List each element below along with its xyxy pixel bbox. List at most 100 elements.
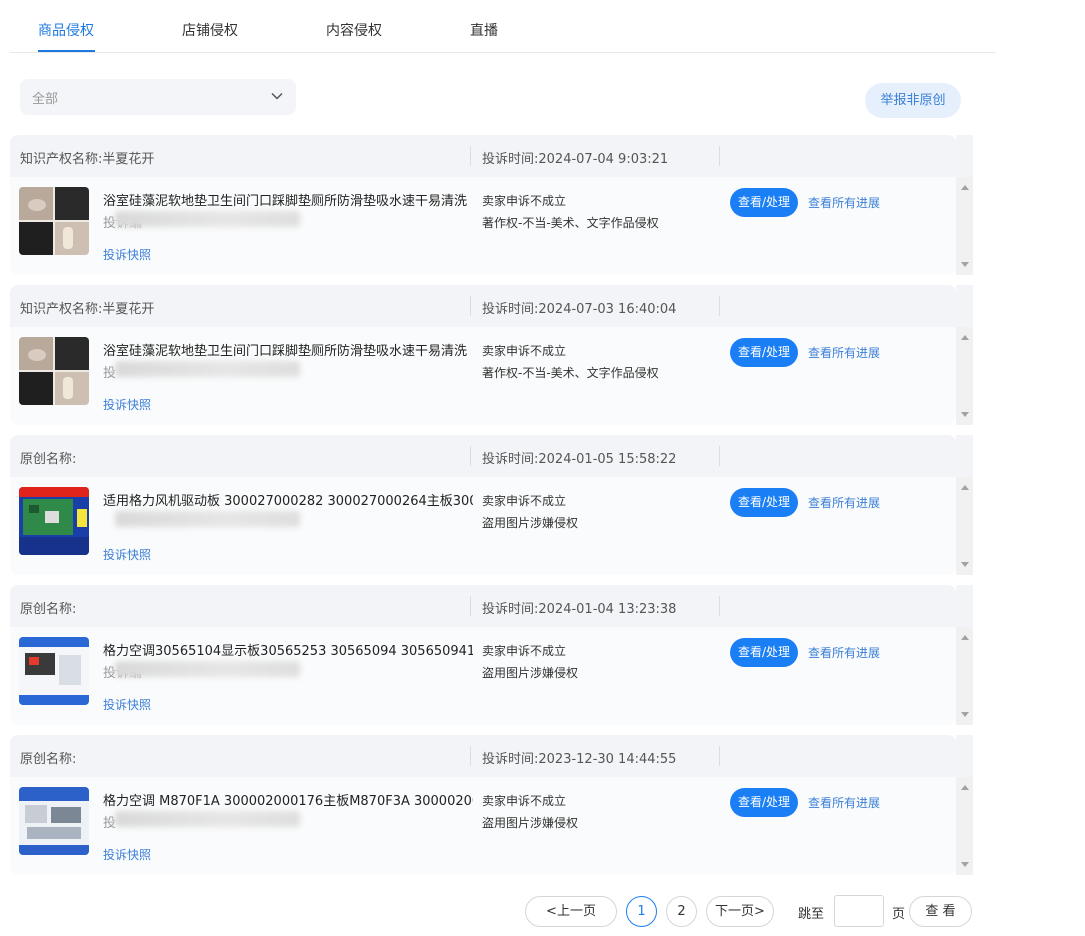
appeal-status: 卖家申诉不成立 <box>482 194 567 208</box>
complaint-card: 知识产权名称:半夏花开 投诉时间:2024-07-03 16:40:04 浴室硅藻泥… <box>10 285 973 425</box>
complaint-reason: 著作权-不当-美术、文字作品侵权 <box>482 366 659 380</box>
page-2-button[interactable]: 2 <box>666 896 697 927</box>
tab-store-infringement[interactable]: 店铺侵权 <box>182 20 238 40</box>
filter-value: 全部 <box>32 92 59 107</box>
complaint-card-body: 格力空调 M870F1A 300002000176主板M870F3A 30000… <box>10 777 956 875</box>
redacted-text <box>115 211 300 227</box>
page-1-button[interactable]: 1 <box>626 896 657 927</box>
product-title[interactable]: 浴室硅藻泥软地垫卫生间门口踩脚垫厕所防滑垫吸水速干易清洗 <box>103 190 473 209</box>
complaint-time: 投诉时间:2024-07-04 9:03:21 <box>482 152 669 167</box>
view-handle-button[interactable]: 查看/处理 <box>730 338 798 367</box>
divider <box>719 296 720 316</box>
page-unit-label: 页 <box>892 907 906 922</box>
card-scrollbar[interactable] <box>956 477 973 575</box>
redacted-text <box>115 361 300 377</box>
product-title[interactable]: 适用格力风机驱动板 300027000282 300027000264主板300… <box>103 490 473 509</box>
scroll-down-arrow-icon[interactable] <box>961 562 969 567</box>
complaint-card-header: 原创名称: 投诉时间:2023-12-30 14:44:55 <box>10 735 956 777</box>
divider <box>719 746 720 766</box>
complaint-card: 原创名称: 投诉时间:2023-12-30 14:44:55 格力空调 M870F1… <box>10 735 973 875</box>
complaint-time: 投诉时间:2024-01-04 13:23:38 <box>482 602 677 617</box>
scroll-up-arrow-icon[interactable] <box>961 485 969 490</box>
product-thumbnail[interactable] <box>19 787 89 855</box>
header-gutter <box>956 135 973 177</box>
appeal-status: 卖家申诉不成立 <box>482 344 567 358</box>
page-jump-input[interactable] <box>834 895 884 927</box>
scroll-up-arrow-icon[interactable] <box>961 635 969 640</box>
view-all-progress-link[interactable]: 查看所有进展 <box>808 794 880 811</box>
go-page-button[interactable]: 查 看 <box>909 896 972 927</box>
ip-name: 原创名称: <box>20 752 77 767</box>
report-non-original-button[interactable]: 举报非原创 <box>865 83 961 118</box>
scroll-up-arrow-icon[interactable] <box>961 335 969 340</box>
view-handle-button[interactable]: 查看/处理 <box>730 188 798 217</box>
divider <box>470 446 471 466</box>
complaint-card-header: 知识产权名称:半夏花开 投诉时间:2024-07-03 16:40:04 <box>10 285 956 327</box>
redacted-text <box>115 661 300 677</box>
scroll-up-arrow-icon[interactable] <box>961 185 969 190</box>
product-thumbnail[interactable] <box>19 337 89 405</box>
tab-live[interactable]: 直播 <box>470 20 498 40</box>
next-page-button[interactable]: 下一页> <box>706 896 774 927</box>
complaint-card-body: 浴室硅藻泥软地垫卫生间门口踩脚垫厕所防滑垫吸水速干易清洗投诉编投诉快照卖家申诉不… <box>10 177 956 275</box>
card-scrollbar[interactable] <box>956 777 973 875</box>
product-title[interactable]: 浴室硅藻泥软地垫卫生间门口踩脚垫厕所防滑垫吸水速干易清洗 <box>103 340 473 359</box>
complaint-time: 投诉时间:2024-07-03 16:40:04 <box>482 302 677 317</box>
prev-page-button[interactable]: <上一页 <box>525 896 617 927</box>
divider <box>470 146 471 166</box>
complaint-card-body: 适用格力风机驱动板 300027000282 300027000264主板300… <box>10 477 956 575</box>
ip-name: 原创名称: <box>20 602 77 617</box>
divider <box>719 146 720 166</box>
complaint-snapshot-link[interactable]: 投诉快照 <box>103 246 151 263</box>
view-handle-button[interactable]: 查看/处理 <box>730 488 798 517</box>
view-all-progress-link[interactable]: 查看所有进展 <box>808 194 880 211</box>
product-thumbnail[interactable] <box>19 187 89 255</box>
redacted-text <box>115 511 300 527</box>
tab-bar: 商品侵权 店铺侵权 内容侵权 直播 <box>10 0 996 53</box>
header-gutter <box>956 435 973 477</box>
complaint-snapshot-link[interactable]: 投诉快照 <box>103 846 151 863</box>
product-thumbnail[interactable] <box>19 637 89 705</box>
view-handle-button[interactable]: 查看/处理 <box>730 788 798 817</box>
card-scrollbar[interactable] <box>956 177 973 275</box>
product-thumbnail[interactable] <box>19 487 89 555</box>
view-handle-button[interactable]: 查看/处理 <box>730 638 798 667</box>
card-scrollbar[interactable] <box>956 627 973 725</box>
ip-name: 知识产权名称:半夏花开 <box>20 152 155 167</box>
complaint-card-header: 原创名称: 投诉时间:2024-01-05 15:58:22 <box>10 435 956 477</box>
product-title[interactable]: 格力空调30565104显示板30565253 30565094 3056509… <box>103 640 473 659</box>
complaint-reason: 著作权-不当-美术、文字作品侵权 <box>482 216 659 230</box>
divider <box>719 596 720 616</box>
complaint-card-body: 浴室硅藻泥软地垫卫生间门口踩脚垫厕所防滑垫吸水速干易清洗投投诉快照 卖家申诉不成立… <box>10 327 956 425</box>
complaint-card-header: 知识产权名称:半夏花开 投诉时间:2024-07-04 9:03:21 <box>10 135 956 177</box>
complaint-snapshot-link[interactable]: 投诉快照 <box>103 546 151 563</box>
divider <box>470 596 471 616</box>
scroll-down-arrow-icon[interactable] <box>961 412 969 417</box>
header-gutter <box>956 735 973 777</box>
view-all-progress-link[interactable]: 查看所有进展 <box>808 494 880 511</box>
product-title[interactable]: 格力空调 M870F1A 300002000176主板M870F3A 30000… <box>103 790 473 809</box>
complaint-snapshot-link[interactable]: 投诉快照 <box>103 396 151 413</box>
divider <box>719 446 720 466</box>
card-scrollbar[interactable] <box>956 327 973 425</box>
complaint-reason: 盗用图片涉嫌侵权 <box>482 516 579 530</box>
tab-goods-infringement[interactable]: 商品侵权 <box>38 20 94 40</box>
complaint-card: 原创名称: 投诉时间:2024-01-05 15:58:22 适用格力风机驱动板 3… <box>10 435 973 575</box>
tab-content-infringement[interactable]: 内容侵权 <box>326 20 382 40</box>
view-all-progress-link[interactable]: 查看所有进展 <box>808 344 880 361</box>
scroll-down-arrow-icon[interactable] <box>961 712 969 717</box>
scroll-up-arrow-icon[interactable] <box>961 785 969 790</box>
complaint-card-header: 原创名称: 投诉时间:2024-01-04 13:23:38 <box>10 585 956 627</box>
complaint-snapshot-link[interactable]: 投诉快照 <box>103 696 151 713</box>
scroll-down-arrow-icon[interactable] <box>961 862 969 867</box>
status-filter-select[interactable]: 全部 <box>20 79 296 115</box>
header-gutter <box>956 585 973 627</box>
appeal-status: 卖家申诉不成立 <box>482 794 567 808</box>
scroll-down-arrow-icon[interactable] <box>961 262 969 267</box>
divider <box>470 746 471 766</box>
chevron-down-icon <box>271 92 283 100</box>
divider <box>470 296 471 316</box>
view-all-progress-link[interactable]: 查看所有进展 <box>808 644 880 661</box>
complaint-reason: 盗用图片涉嫌侵权 <box>482 816 579 830</box>
active-tab-indicator <box>38 50 95 52</box>
